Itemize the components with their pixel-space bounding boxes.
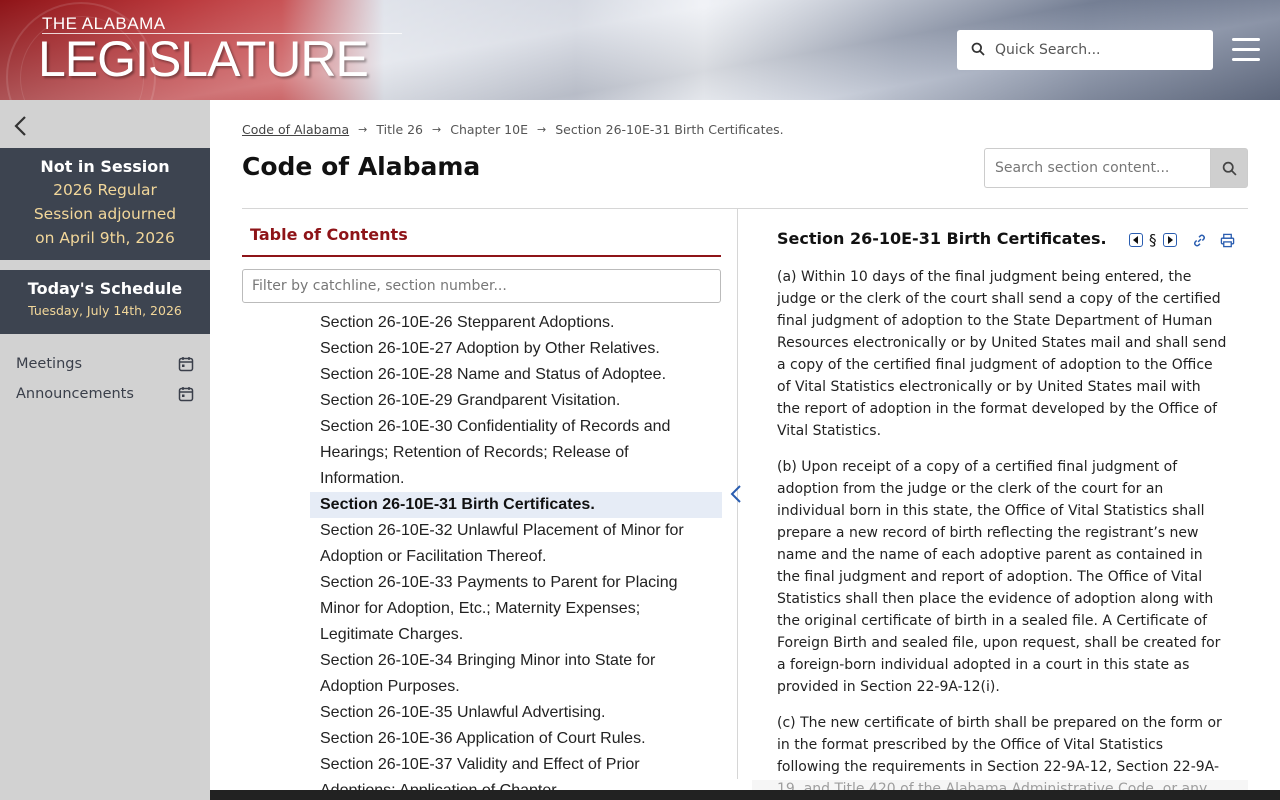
- toc-item-line: Hearings; Retention of Records; Release …: [320, 444, 629, 461]
- sidebar-collapse-button[interactable]: [10, 114, 34, 138]
- section-toolbar: §: [1128, 231, 1236, 249]
- toc-item-line: Section 26-10E-37 Validity and Effect of…: [320, 756, 640, 773]
- toc-item-line: Section 26-10E-32 Unlawful Placement of …: [320, 522, 684, 539]
- toc-item-line: Section 26-10E-30 Confidentiality of Rec…: [320, 418, 671, 435]
- session-status-line: Session adjourned: [33, 205, 177, 223]
- print-button[interactable]: [1220, 232, 1236, 248]
- quick-search-input[interactable]: [995, 42, 1195, 58]
- page-title: Code of Alabama: [242, 152, 481, 181]
- toc-item-line: Section 26-10E-33 Payments to Parent for…: [320, 574, 678, 591]
- toc-item-line: Section 26-10E-35 Unlawful Advertising.: [320, 704, 606, 721]
- breadcrumb-current: Section 26-10E-31 Birth Certificates.: [555, 122, 784, 137]
- arrow-right-icon: →: [358, 123, 368, 136]
- copy-link-button[interactable]: [1192, 232, 1208, 248]
- toc-item[interactable]: Section 26-10E-32 Unlawful Placement of …: [310, 518, 722, 570]
- session-status-panel: Not in Session 2026 Regular Session adjo…: [0, 148, 210, 260]
- chevron-left-icon: [730, 485, 741, 503]
- toc-item-line: Adoption or Facilitation Thereof.: [320, 548, 547, 565]
- menu-bar: [1232, 48, 1260, 51]
- toc-title-underline: [242, 255, 721, 257]
- calendar-icon: [178, 387, 194, 402]
- toc-item[interactable]: Section 26-10E-33 Payments to Parent for…: [310, 570, 722, 648]
- hamburger-menu-button[interactable]: [1232, 38, 1260, 62]
- section-heading: Section 26-10E-31 Birth Certificates.: [777, 229, 1107, 248]
- toc-item-line: Section 26-10E-34 Bringing Minor into St…: [320, 652, 656, 669]
- session-status-title: Not in Session: [40, 157, 170, 176]
- toc-item-line: Minor for Adoption, Etc.; Maternity Expe…: [320, 600, 641, 617]
- logo-title[interactable]: LEGISLATURE: [38, 30, 369, 88]
- section-paragraph: (c) The new certificate of birth shall b…: [777, 715, 1222, 790]
- content-fade: [752, 780, 1248, 790]
- sidebar-item-announcements[interactable]: Announcements: [16, 383, 194, 405]
- toc-item-line: Adoptions; Application of Chapter.: [320, 778, 722, 790]
- section-paragraph: (a) Within 10 days of the final judgment…: [777, 269, 1227, 439]
- link-icon: [1194, 234, 1205, 246]
- next-section-button[interactable]: [1162, 232, 1178, 248]
- session-status-line: 2026 Regular: [53, 181, 157, 199]
- section-symbol-button[interactable]: §: [1149, 231, 1157, 249]
- quick-search-box[interactable]: [957, 30, 1213, 70]
- previous-section-button[interactable]: [1128, 232, 1144, 248]
- section-content: (a) Within 10 days of the final judgment…: [777, 266, 1227, 790]
- toc-item[interactable]: Section 26-10E-27 Adoption by Other Rela…: [310, 336, 722, 362]
- schedule-date: Tuesday, July 14th, 2026: [28, 303, 182, 318]
- sidebar-item-label: Meetings: [16, 356, 83, 372]
- schedule-title: Today's Schedule: [27, 279, 183, 298]
- calendar-icon: [178, 357, 194, 372]
- sidebar-item-label: Announcements: [16, 386, 134, 402]
- printer-icon: [1220, 233, 1235, 247]
- toc-item[interactable]: Section 26-10E-37 Validity and Effect of…: [310, 752, 722, 790]
- sidebar-item-meetings[interactable]: Meetings: [16, 353, 194, 375]
- toc-item[interactable]: Section 26-10E-28 Name and Status of Ado…: [310, 362, 722, 388]
- toc-item[interactable]: Section 26-10E-26 Stepparent Adoptions.: [310, 310, 722, 336]
- menu-bar: [1232, 38, 1260, 41]
- section-search: [984, 148, 1248, 188]
- toc-item-active[interactable]: Section 26-10E-31 Birth Certificates.: [310, 492, 722, 518]
- search-icon: [1222, 161, 1237, 176]
- toc-item[interactable]: Section 26-10E-34 Bringing Minor into St…: [310, 648, 722, 700]
- toc-item-line: Section 26-10E-26 Stepparent Adoptions.: [320, 314, 615, 331]
- section-search-button[interactable]: [1210, 148, 1248, 188]
- toc-collapse-button[interactable]: [728, 483, 746, 507]
- toc-item-line: Legitimate Charges.: [320, 626, 464, 643]
- toc-item-line: Section 26-10E-29 Grandparent Visitation…: [320, 392, 621, 409]
- breadcrumb-item[interactable]: Chapter 10E: [450, 122, 528, 137]
- toc-item-line: Adoption Purposes.: [320, 678, 460, 695]
- toc-item-line: Information.: [320, 470, 405, 487]
- breadcrumb: Code of Alabama → Title 26 → Chapter 10E…: [242, 122, 784, 137]
- breadcrumb-root-link[interactable]: Code of Alabama: [242, 122, 349, 137]
- toc-filter-input[interactable]: [242, 269, 721, 303]
- toc-item-line: Section 26-10E-27 Adoption by Other Rela…: [320, 340, 660, 357]
- arrow-right-icon: →: [537, 123, 547, 136]
- section-paragraph: (b) Upon receipt of a copy of a certifie…: [777, 459, 1221, 695]
- section-search-input[interactable]: [984, 148, 1210, 188]
- triangle-left-icon: [1129, 233, 1143, 247]
- search-icon: [971, 41, 985, 60]
- session-status-line: on April 9th, 2026: [35, 229, 175, 247]
- bottom-bar: [210, 790, 1280, 800]
- content-divider: [242, 208, 1248, 209]
- left-sidebar: Not in Session 2026 Regular Session adjo…: [0, 100, 210, 800]
- toc-item[interactable]: Section 26-10E-35 Unlawful Advertising.: [310, 700, 722, 726]
- toc-item-line: Section 26-10E-28 Name and Status of Ado…: [320, 366, 667, 383]
- arrow-right-icon: →: [432, 123, 442, 136]
- toc-item-line: Section 26-10E-31 Birth Certificates.: [320, 496, 595, 513]
- triangle-right-icon: [1162, 233, 1177, 247]
- breadcrumb-item[interactable]: Title 26: [376, 122, 423, 137]
- toc-item[interactable]: Section 26-10E-36 Application of Court R…: [310, 726, 722, 752]
- toc-item-line: Section 26-10E-36 Application of Court R…: [320, 730, 646, 747]
- toc-title: Table of Contents: [250, 225, 408, 244]
- toc-list: Section 26-10E-26 Stepparent Adoptions. S…: [242, 304, 722, 790]
- toc-item[interactable]: Section 26-10E-30 Confidentiality of Rec…: [310, 414, 722, 492]
- todays-schedule-panel[interactable]: Today's Schedule Tuesday, July 14th, 202…: [0, 270, 210, 334]
- toc-item[interactable]: Section 26-10E-29 Grandparent Visitation…: [310, 388, 722, 414]
- menu-bar: [1232, 58, 1260, 61]
- chevron-left-icon: [14, 116, 26, 136]
- site-header: THE ALABAMA LEGISLATURE: [0, 0, 1280, 100]
